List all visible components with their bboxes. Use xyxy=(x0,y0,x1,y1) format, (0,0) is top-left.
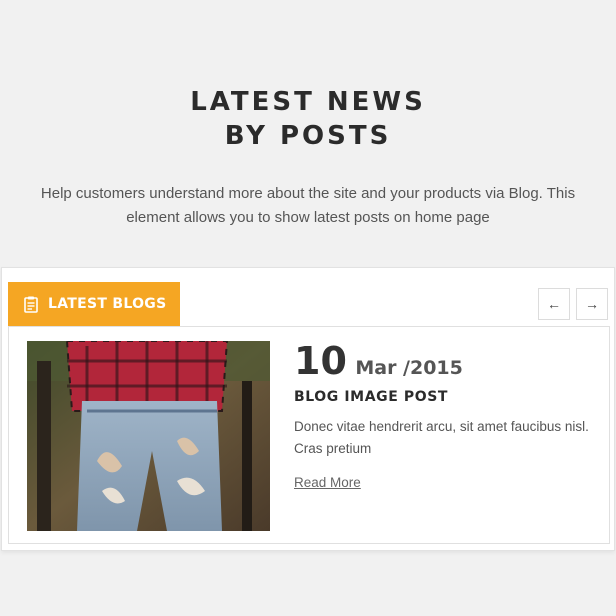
clipboard-icon xyxy=(24,296,38,313)
blog-post-card: 10 Mar /2015 BLOG IMAGE POST Donec vitae… xyxy=(8,326,610,544)
post-date: 10 Mar /2015 xyxy=(294,339,463,383)
post-title[interactable]: BLOG IMAGE POST xyxy=(294,389,448,405)
latest-blogs-tab[interactable]: LATEST BLOGS xyxy=(8,282,180,326)
latest-blogs-panel: LATEST BLOGS ← → 10 Mar /2015 BLOG IMAGE… xyxy=(1,267,615,551)
previous-arrow-button[interactable]: ← xyxy=(538,288,570,320)
post-excerpt: Donec vitae hendrerit arcu, sit amet fau… xyxy=(294,419,589,456)
blog-post-image[interactable] xyxy=(27,341,270,531)
post-month-year: Mar /2015 xyxy=(355,357,463,379)
section-title: LATEST NEWS BY POSTS xyxy=(0,85,616,153)
read-more-link[interactable]: Read More xyxy=(294,475,361,490)
post-day: 10 xyxy=(294,339,347,383)
page: LATEST NEWS BY POSTS Help customers unde… xyxy=(0,0,616,616)
section-title-line2: BY POSTS xyxy=(224,121,392,151)
section-description: Help customers understand more about the… xyxy=(40,185,576,226)
latest-blogs-tab-label: LATEST BLOGS xyxy=(48,296,167,312)
next-arrow-button[interactable]: → xyxy=(576,288,608,320)
section-title-line1: LATEST NEWS xyxy=(190,87,426,117)
